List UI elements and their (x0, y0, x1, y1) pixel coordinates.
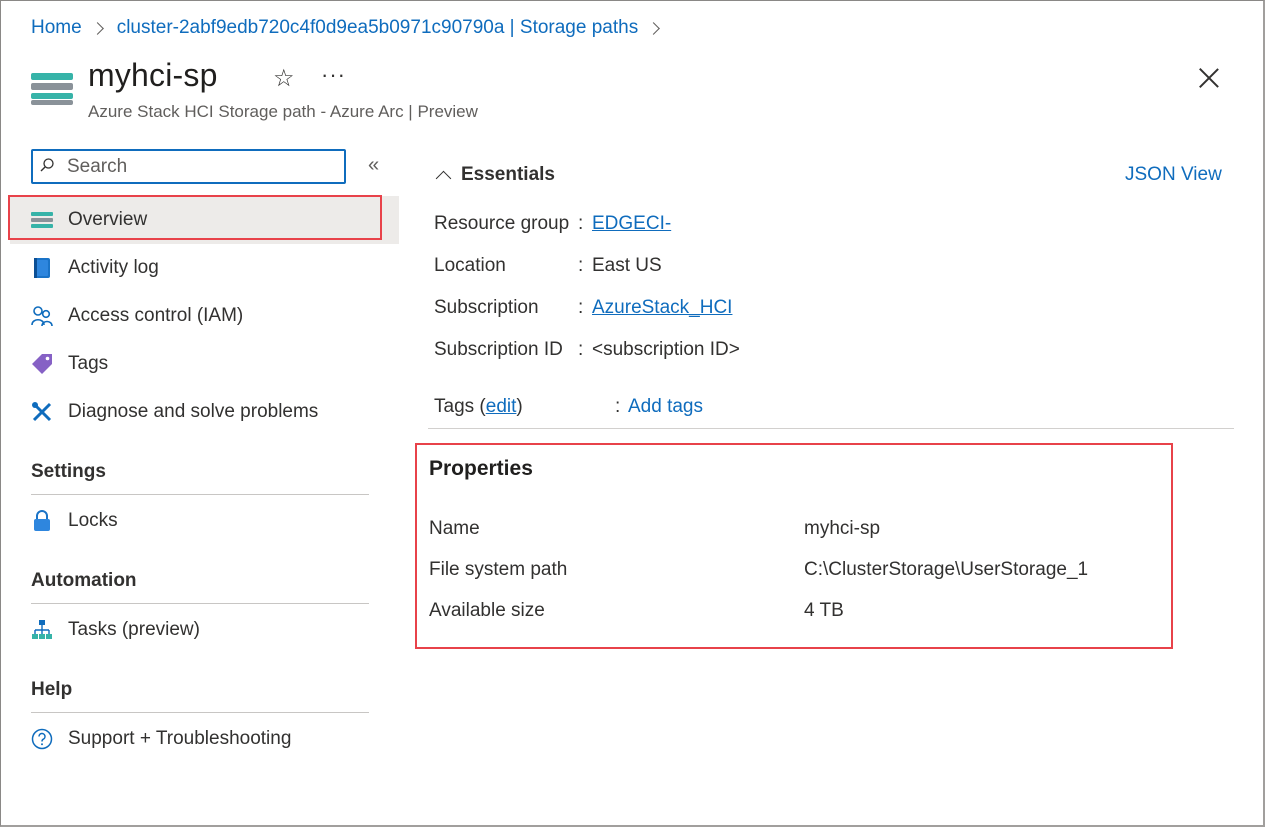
essentials-colon: : (615, 396, 621, 417)
search-input[interactable] (67, 154, 337, 180)
resource-group-link[interactable]: EDGECI- (592, 213, 671, 235)
search-box (31, 149, 346, 184)
sidebar-item-tags[interactable]: Tags (10, 340, 399, 388)
more-actions-icon[interactable]: ··· (321, 62, 346, 88)
lock-icon (34, 510, 50, 531)
storage-path-icon (31, 73, 73, 105)
sidebar-item-tasks[interactable]: Tasks (preview) (10, 606, 399, 654)
tasks-icon (32, 620, 52, 639)
location-value: East US (592, 255, 662, 276)
chevron-up-icon (435, 170, 452, 186)
property-key: File system path (429, 559, 568, 580)
section-divider (31, 494, 369, 495)
essentials-colon: : (578, 213, 584, 234)
sidebar-item-label: Locks (68, 510, 118, 531)
essentials-divider (428, 428, 1234, 429)
essentials-colon: : (578, 255, 584, 276)
sidebar-item-label: Diagnose and solve problems (68, 401, 319, 422)
collapse-sidebar-icon[interactable]: « (368, 154, 379, 177)
sidebar-item-support[interactable]: Support + Troubleshooting (10, 715, 399, 763)
wrench-icon (32, 402, 52, 422)
tags-label-suffix: ) (516, 396, 523, 417)
edit-tags-link[interactable]: edit (486, 396, 517, 417)
property-key: Available size (429, 600, 545, 621)
properties-title: Properties (429, 457, 533, 480)
essentials-colon: : (578, 297, 584, 318)
sidebar-item-label: Tasks (preview) (68, 619, 200, 640)
essentials-key: Subscription ID (434, 339, 563, 360)
breadcrumb-cluster-link[interactable]: cluster-2abf9edb720c4f0d9ea5b0971c90790a… (117, 17, 639, 39)
section-divider (31, 712, 369, 713)
essentials-toggle[interactable]: Essentials (435, 164, 555, 186)
tags-key: Tags (edit) (434, 396, 523, 418)
overview-highlight-box (8, 195, 382, 240)
subscription-link[interactable]: AzureStack_HCI (592, 297, 732, 319)
tags-label: Tags ( (434, 396, 486, 417)
sidebar-item-label: Activity log (68, 257, 159, 278)
property-value: C:\ClusterStorage\UserStorage_1 (804, 559, 1089, 580)
breadcrumb-home-link[interactable]: Home (31, 17, 82, 39)
essentials-key: Resource group (434, 213, 570, 234)
search-icon (40, 158, 54, 172)
subscription-id-value: <subscription ID> (592, 339, 740, 360)
property-key: Name (429, 518, 480, 539)
json-view-link[interactable]: JSON View (1125, 164, 1222, 186)
property-value: 4 TB (804, 600, 844, 621)
page-title: myhci-sp (88, 57, 218, 93)
breadcrumb: Home cluster-2abf9edb720c4f0d9ea5b0971c9… (31, 16, 673, 40)
favorite-star-icon[interactable]: ☆ (273, 64, 295, 93)
sidebar-item-activity-log[interactable]: Activity log (10, 244, 399, 292)
section-divider (31, 603, 369, 604)
chevron-right-icon (90, 21, 104, 35)
essentials-key: Subscription (434, 297, 539, 318)
essentials-colon: : (578, 339, 584, 360)
sidebar-item-label: Support + Troubleshooting (68, 728, 292, 749)
sidebar-item-locks[interactable]: Locks (10, 497, 399, 545)
activity-log-icon (34, 258, 50, 278)
essentials-title: Essentials (461, 164, 555, 185)
add-tags-link[interactable]: Add tags (628, 396, 703, 418)
sidebar-item-access-control[interactable]: Access control (IAM) (10, 292, 399, 340)
sidebar-item-label: Tags (68, 353, 109, 374)
section-automation: Automation (31, 570, 137, 591)
tag-icon (32, 354, 52, 374)
help-icon (31, 728, 53, 750)
section-settings: Settings (31, 461, 106, 482)
essentials-key: Location (434, 255, 506, 276)
page-subtitle: Azure Stack HCI Storage path - Azure Arc… (88, 102, 478, 121)
sidebar-item-label: Access control (IAM) (68, 305, 244, 326)
close-icon[interactable] (1194, 63, 1224, 93)
people-icon (31, 306, 53, 327)
section-help: Help (31, 679, 73, 700)
chevron-right-icon (647, 21, 661, 35)
sidebar-item-diagnose[interactable]: Diagnose and solve problems (10, 388, 399, 436)
property-value: myhci-sp (804, 518, 881, 539)
